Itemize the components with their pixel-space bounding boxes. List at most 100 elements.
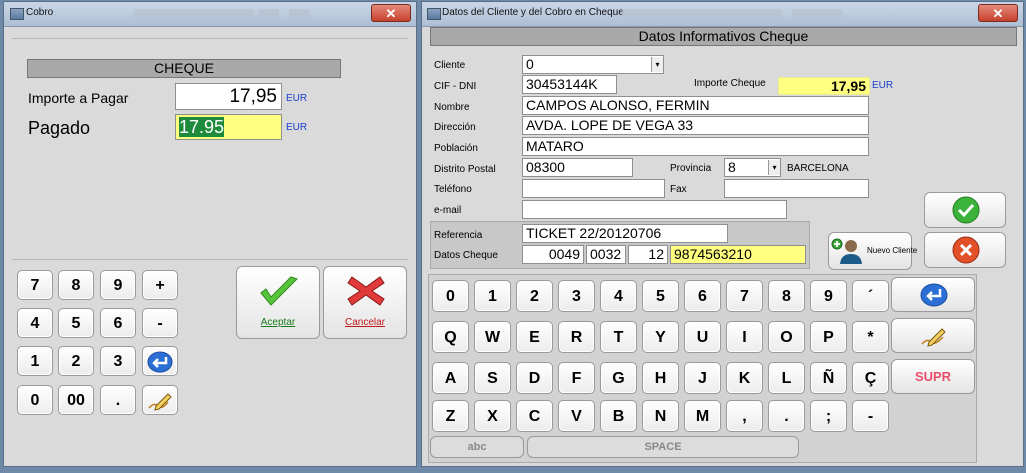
keyboard-key[interactable]: T bbox=[600, 321, 637, 353]
cancel-button[interactable]: Cancelar bbox=[323, 266, 407, 339]
keyboard-key[interactable]: W bbox=[474, 321, 511, 353]
keyboard-key[interactable]: M bbox=[684, 400, 721, 432]
cliente-value: 0 bbox=[526, 56, 534, 72]
cheque-branch-field[interactable]: 0032 bbox=[586, 245, 626, 264]
chevron-down-icon[interactable]: ▾ bbox=[651, 57, 663, 72]
poblacion-label: Población bbox=[434, 143, 478, 154]
close-button[interactable]: ✕ bbox=[371, 4, 411, 22]
keyboard-key[interactable]: F bbox=[558, 362, 595, 394]
keyboard-key[interactable]: . bbox=[768, 400, 805, 432]
email-field[interactable] bbox=[522, 200, 787, 219]
keyboard-key[interactable]: - bbox=[852, 400, 889, 432]
cif-field[interactable]: 30453144K bbox=[522, 75, 617, 94]
keyboard-key[interactable]: Ç bbox=[852, 362, 889, 394]
keyboard-key[interactable]: 9 bbox=[810, 280, 847, 312]
key-minus[interactable]: - bbox=[142, 308, 178, 338]
keyboard-key[interactable]: B bbox=[600, 400, 637, 432]
referencia-field[interactable]: TICKET 22/20120706 bbox=[522, 224, 728, 243]
enter-key[interactable] bbox=[891, 277, 975, 312]
keyboard-key[interactable]: O bbox=[768, 321, 805, 353]
key-9[interactable]: 9 bbox=[100, 270, 136, 300]
title-bar: Cobro ✕ bbox=[4, 2, 416, 27]
key-5[interactable]: 5 bbox=[58, 308, 94, 338]
abc-key[interactable]: abc bbox=[430, 436, 524, 458]
keyboard-key[interactable]: S bbox=[474, 362, 511, 394]
pencil-icon bbox=[921, 328, 946, 347]
distrito-label: Distrito Postal bbox=[434, 164, 496, 175]
key-1[interactable]: 1 bbox=[17, 346, 53, 376]
keyboard-key[interactable]: 6 bbox=[684, 280, 721, 312]
provincia-select[interactable]: 8 ▾ bbox=[724, 158, 781, 177]
keyboard-key[interactable]: H bbox=[642, 362, 679, 394]
keyboard-key[interactable]: 2 bbox=[516, 280, 553, 312]
keyboard-key[interactable]: V bbox=[558, 400, 595, 432]
key-3[interactable]: 3 bbox=[100, 346, 136, 376]
keyboard-key[interactable]: K bbox=[726, 362, 763, 394]
keyboard-key[interactable]: U bbox=[684, 321, 721, 353]
telefono-field[interactable] bbox=[522, 179, 665, 198]
new-client-button[interactable]: Nuevo Cliente bbox=[828, 232, 917, 270]
keyboard-key[interactable]: 4 bbox=[600, 280, 637, 312]
keyboard-key[interactable]: I bbox=[726, 321, 763, 353]
keyboard-key[interactable]: 5 bbox=[642, 280, 679, 312]
keyboard-key[interactable]: Ñ bbox=[810, 362, 847, 394]
keyboard-key[interactable]: ´ bbox=[852, 280, 889, 312]
payment-type-header: CHEQUE bbox=[27, 59, 341, 78]
key-2[interactable]: 2 bbox=[58, 346, 94, 376]
keyboard-key[interactable]: Y bbox=[642, 321, 679, 353]
keyboard-key[interactable]: 8 bbox=[768, 280, 805, 312]
key-0[interactable]: 0 bbox=[17, 385, 53, 415]
enter-arrow-icon bbox=[147, 351, 173, 373]
key-7[interactable]: 7 bbox=[17, 270, 53, 300]
keyboard-key[interactable]: 7 bbox=[726, 280, 763, 312]
keyboard-key[interactable]: N bbox=[642, 400, 679, 432]
keyboard-key[interactable]: Q bbox=[432, 321, 469, 353]
key-6[interactable]: 6 bbox=[100, 308, 136, 338]
keyboard-key[interactable]: G bbox=[600, 362, 637, 394]
direccion-field[interactable]: AVDA. LOPE DE VEGA 33 bbox=[522, 116, 869, 135]
cheque-control-field[interactable]: 12 bbox=[628, 245, 668, 264]
keyboard-key[interactable]: L bbox=[768, 362, 805, 394]
key-dot[interactable]: . bbox=[100, 385, 136, 415]
keyboard-key[interactable]: E bbox=[516, 321, 553, 353]
chevron-down-icon[interactable]: ▾ bbox=[768, 160, 780, 175]
accept-button[interactable]: Aceptar bbox=[236, 266, 320, 339]
key-8[interactable]: 8 bbox=[58, 270, 94, 300]
space-key[interactable]: SPACE bbox=[527, 436, 799, 458]
confirm-button[interactable] bbox=[924, 192, 1006, 228]
edit-key[interactable] bbox=[142, 385, 178, 415]
fax-field[interactable] bbox=[724, 179, 869, 198]
keyboard-key[interactable]: J bbox=[684, 362, 721, 394]
telefono-label: Teléfono bbox=[434, 184, 472, 195]
keyboard-key[interactable]: 1 bbox=[474, 280, 511, 312]
importe-cheque-currency: EUR bbox=[872, 80, 894, 91]
cheque-bank-field[interactable]: 0049 bbox=[522, 245, 584, 264]
close-button[interactable]: ✕ bbox=[978, 4, 1018, 22]
distrito-field[interactable]: 08300 bbox=[522, 158, 633, 177]
keyboard-key[interactable]: * bbox=[852, 321, 889, 353]
keyboard-key[interactable]: , bbox=[726, 400, 763, 432]
keyboard-key[interactable]: X bbox=[474, 400, 511, 432]
keyboard-key[interactable]: D bbox=[516, 362, 553, 394]
keyboard-key[interactable]: 0 bbox=[432, 280, 469, 312]
keyboard-key[interactable]: C bbox=[516, 400, 553, 432]
enter-key[interactable] bbox=[142, 346, 178, 376]
keyboard-key[interactable]: Z bbox=[432, 400, 469, 432]
keyboard-key[interactable]: R bbox=[558, 321, 595, 353]
poblacion-field[interactable]: MATARO bbox=[522, 137, 869, 156]
keyboard-key[interactable]: ; bbox=[810, 400, 847, 432]
cliente-select[interactable]: 0 ▾ bbox=[522, 55, 664, 74]
key-plus[interactable]: + bbox=[142, 270, 178, 300]
edit-key[interactable] bbox=[891, 318, 975, 353]
nombre-field[interactable]: CAMPOS ALONSO, FERMIN bbox=[522, 96, 869, 115]
key-00[interactable]: 00 bbox=[58, 385, 94, 415]
cancel-round-button[interactable] bbox=[924, 232, 1006, 268]
key-4[interactable]: 4 bbox=[17, 308, 53, 338]
keyboard-key[interactable]: A bbox=[432, 362, 469, 394]
keyboard-key[interactable]: P bbox=[810, 321, 847, 353]
supr-key[interactable]: SUPR bbox=[891, 359, 975, 394]
datos-cheque-label: Datos Cheque bbox=[434, 250, 498, 261]
keyboard-key[interactable]: 3 bbox=[558, 280, 595, 312]
pagado-input[interactable]: 17.95 bbox=[175, 114, 282, 140]
cheque-account-field[interactable]: 9874563210 bbox=[670, 245, 806, 264]
